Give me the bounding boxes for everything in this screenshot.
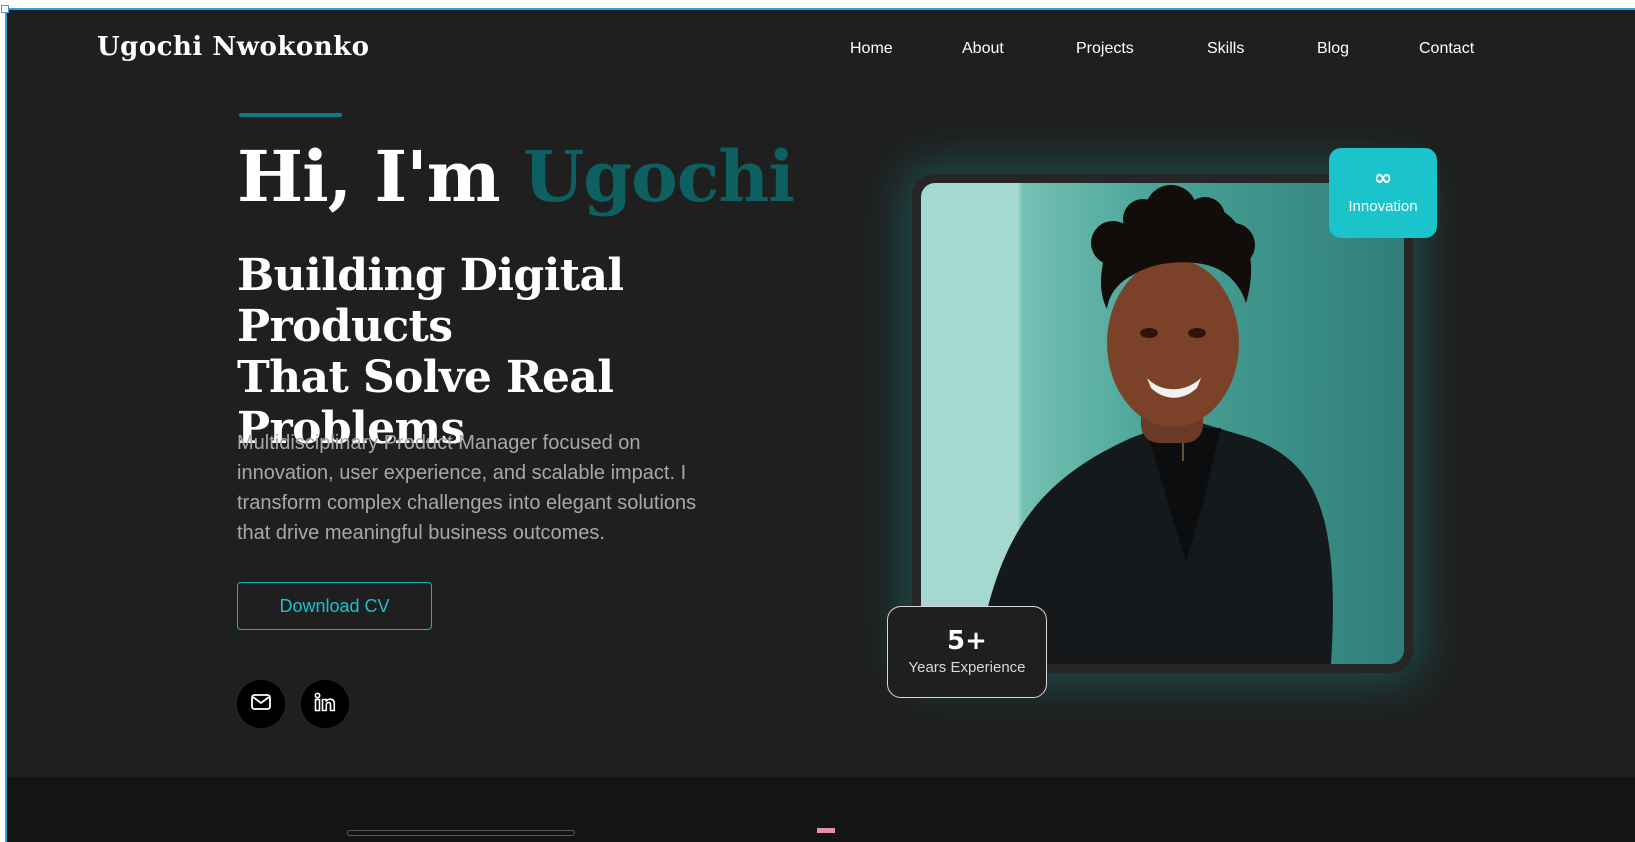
portrait-photo: [921, 183, 1404, 664]
hero-subtitle-line: That Solve Real: [237, 352, 614, 403]
experience-badge: 5+ Years Experience: [887, 606, 1047, 698]
hero-title: Hi, I'm Ugochi: [237, 135, 795, 218]
hero-subtitle: Building Digital Products That Solve Rea…: [237, 250, 837, 454]
innovation-label: Innovation: [1348, 198, 1418, 215]
portrait-frame: [912, 174, 1413, 673]
description-line: transform complex challenges into elegan…: [237, 492, 697, 514]
next-section: [7, 777, 1635, 842]
hero-name: Ugochi: [523, 135, 795, 218]
description-line: innovation, user experience, and scalabl…: [237, 462, 687, 484]
innovation-badge: ∞ Innovation: [1329, 148, 1437, 238]
title-accent-line: [239, 113, 342, 117]
hero-greeting: Hi, I'm: [237, 135, 501, 218]
hero-description: Multidisciplinary Product Manager focuse…: [237, 428, 782, 548]
nav-contact[interactable]: Contact: [1419, 40, 1474, 58]
infinity-icon: ∞: [1373, 166, 1393, 191]
main-nav: Home About Projects Skills Blog Contact: [7, 40, 1635, 64]
experience-years: 5+: [947, 626, 987, 656]
nav-home[interactable]: Home: [850, 40, 893, 58]
linkedin-icon: [314, 692, 336, 716]
description-line: Multidisciplinary Product Manager focuse…: [237, 432, 641, 454]
nav-skills[interactable]: Skills: [1207, 40, 1244, 58]
hero-subtitle-line: Building Digital Products: [237, 250, 624, 352]
progress-track: [347, 830, 575, 836]
email-link[interactable]: [237, 680, 285, 728]
mail-icon: [251, 694, 271, 714]
nav-about[interactable]: About: [962, 40, 1004, 58]
download-cv-button[interactable]: Download CV: [237, 582, 432, 630]
linkedin-link[interactable]: [301, 680, 349, 728]
description-line: that drive meaningful business outcomes.: [237, 522, 605, 544]
selection-handle[interactable]: [1, 5, 9, 13]
page-canvas: Ugochi Nwokonko Home About Projects Skil…: [5, 8, 1635, 842]
nav-blog[interactable]: Blog: [1317, 40, 1349, 58]
nav-projects[interactable]: Projects: [1076, 40, 1134, 58]
experience-label: Years Experience: [908, 659, 1026, 676]
section-marker: [817, 828, 835, 833]
